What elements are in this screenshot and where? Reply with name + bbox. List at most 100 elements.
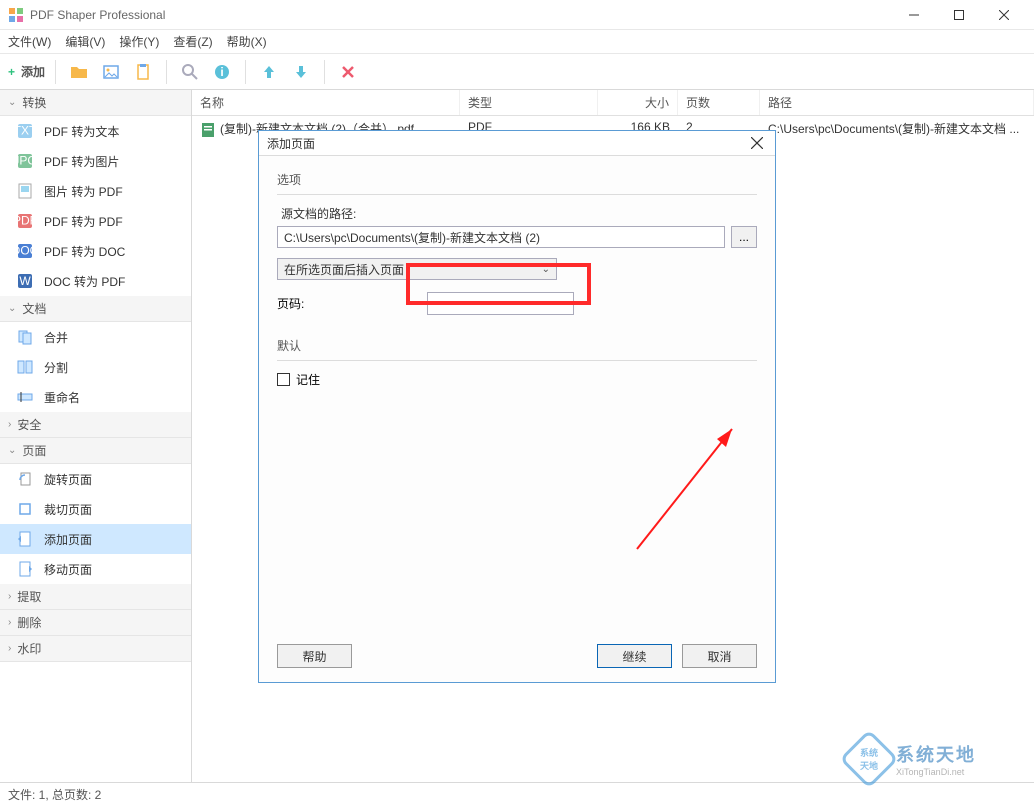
sidebar-item-label: PDF 转为文本: [44, 123, 119, 140]
annotation-arrow: [627, 419, 747, 559]
add-button[interactable]: + 添加: [8, 63, 45, 80]
image-icon[interactable]: [98, 59, 124, 85]
rotate-icon: [16, 470, 34, 488]
remember-checkbox-row[interactable]: 记住: [277, 371, 757, 388]
sidebar-item-crop[interactable]: 裁切页面: [0, 494, 191, 524]
menu-edit[interactable]: 编辑(V): [65, 33, 105, 50]
sidebar-item-pdf-to-text[interactable]: TXT PDF 转为文本: [0, 116, 191, 146]
dialog-body: 选项 源文档的路径: ... 在所选页面后插入页面 ⌄ 页码: 默认 记住: [259, 156, 775, 403]
word-icon: W: [16, 272, 34, 290]
remember-label: 记住: [296, 371, 320, 388]
paste-icon[interactable]: [130, 59, 156, 85]
chevron-right-icon: ›: [8, 419, 11, 430]
source-path-input[interactable]: [277, 226, 725, 248]
jpg-icon: JPG: [16, 152, 34, 170]
separator: [277, 360, 757, 361]
merge-icon: [16, 328, 34, 346]
sidebar-item-label: 合并: [44, 329, 68, 346]
separator: [55, 60, 56, 84]
group-security[interactable]: ›安全: [0, 412, 191, 438]
dialog-close-button[interactable]: [747, 133, 767, 153]
watermark-en: XiTongTianDi.net: [896, 767, 976, 777]
site-watermark: 系统天地 系统天地 XiTongTianDi.net: [848, 734, 1028, 784]
chevron-right-icon: ›: [8, 591, 11, 602]
move-page-icon: [16, 560, 34, 578]
split-icon: [16, 358, 34, 376]
col-pages[interactable]: 页数: [678, 90, 760, 115]
chevron-right-icon: ›: [8, 617, 11, 628]
pdf-icon: PDF: [16, 212, 34, 230]
window-controls: [891, 0, 1026, 30]
statusbar: 文件: 1, 总页数: 2: [0, 782, 1034, 806]
sidebar-item-split[interactable]: 分割: [0, 352, 191, 382]
insert-position-combo[interactable]: 在所选页面后插入页面 ⌄: [277, 258, 557, 280]
chevron-right-icon: ›: [8, 643, 11, 654]
sidebar-item-pdf-to-doc[interactable]: DOCPDF 转为 DOC: [0, 236, 191, 266]
group-label: 提取: [17, 588, 41, 605]
arrow-down-icon[interactable]: [288, 59, 314, 85]
sidebar-item-image-to-pdf[interactable]: 图片 转为 PDF: [0, 176, 191, 206]
page-number-input[interactable]: [427, 292, 574, 315]
pdf-file-icon: [200, 122, 216, 138]
menubar: 文件(W) 编辑(V) 操作(Y) 查看(Z) 帮助(X): [0, 30, 1034, 54]
separator: [245, 60, 246, 84]
source-path-label: 源文档的路径:: [281, 205, 757, 222]
txt-icon: TXT: [16, 122, 34, 140]
sidebar-item-add-page[interactable]: 添加页面: [0, 524, 191, 554]
col-size[interactable]: 大小: [598, 90, 678, 115]
group-label: 水印: [17, 640, 41, 657]
close-button[interactable]: [981, 0, 1026, 30]
menu-action[interactable]: 操作(Y): [119, 33, 159, 50]
sidebar-item-rename[interactable]: 重命名: [0, 382, 191, 412]
col-name[interactable]: 名称: [192, 90, 460, 115]
sidebar-item-label: 图片 转为 PDF: [44, 183, 123, 200]
group-convert[interactable]: ⌄ 转换: [0, 90, 191, 116]
chevron-down-icon: ⌄: [8, 97, 16, 108]
checkbox-icon[interactable]: [277, 373, 290, 386]
group-label: 删除: [17, 614, 41, 631]
group-label: 转换: [22, 94, 46, 111]
help-button[interactable]: 帮助: [277, 644, 352, 668]
group-label: 文档: [22, 300, 46, 317]
cancel-button[interactable]: 取消: [682, 644, 757, 668]
chevron-down-icon: ⌄: [8, 303, 16, 314]
separator: [166, 60, 167, 84]
sidebar-item-merge[interactable]: 合并: [0, 322, 191, 352]
folder-icon[interactable]: [66, 59, 92, 85]
info-icon[interactable]: i: [209, 59, 235, 85]
menu-help[interactable]: 帮助(X): [227, 33, 267, 50]
sidebar-item-move-page[interactable]: 移动页面: [0, 554, 191, 584]
col-type[interactable]: 类型: [460, 90, 598, 115]
arrow-up-icon[interactable]: [256, 59, 282, 85]
svg-text:W: W: [19, 274, 31, 288]
sidebar-item-pdf-to-pdf[interactable]: PDFPDF 转为 PDF: [0, 206, 191, 236]
group-delete[interactable]: › 删除: [0, 610, 191, 636]
group-extract[interactable]: › 提取: [0, 584, 191, 610]
menu-file[interactable]: 文件(W): [8, 33, 51, 50]
sidebar-item-pdf-to-image[interactable]: JPGPDF 转为图片: [0, 146, 191, 176]
sidebar-item-label: 旋转页面: [44, 471, 92, 488]
group-document[interactable]: ⌄ 文档: [0, 296, 191, 322]
sidebar-item-label: 添加页面: [44, 531, 92, 548]
col-path[interactable]: 路径: [760, 90, 1034, 115]
chevron-down-icon: ⌄: [8, 445, 16, 456]
separator: [324, 60, 325, 84]
watermark-badge-icon: 系统天地: [839, 729, 898, 788]
sidebar-item-label: 重命名: [44, 389, 80, 406]
sidebar-item-doc-to-pdf[interactable]: WDOC 转为 PDF: [0, 266, 191, 296]
menu-view[interactable]: 查看(Z): [173, 33, 212, 50]
minimize-button[interactable]: [891, 0, 936, 30]
continue-button[interactable]: 继续: [597, 644, 672, 668]
group-page[interactable]: ⌄页面: [0, 438, 191, 464]
delete-icon[interactable]: [335, 59, 361, 85]
group-watermark[interactable]: › 水印: [0, 636, 191, 662]
sidebar-item-label: 裁切页面: [44, 501, 92, 518]
maximize-button[interactable]: [936, 0, 981, 30]
browse-button[interactable]: ...: [731, 226, 757, 248]
page-number-label: 页码:: [277, 295, 304, 312]
svg-text:DOC: DOC: [16, 244, 34, 258]
sidebar-item-rotate[interactable]: 旋转页面: [0, 464, 191, 494]
svg-text:PDF: PDF: [16, 214, 34, 228]
table-header: 名称 类型 大小 页数 路径: [192, 90, 1034, 116]
search-icon[interactable]: [177, 59, 203, 85]
